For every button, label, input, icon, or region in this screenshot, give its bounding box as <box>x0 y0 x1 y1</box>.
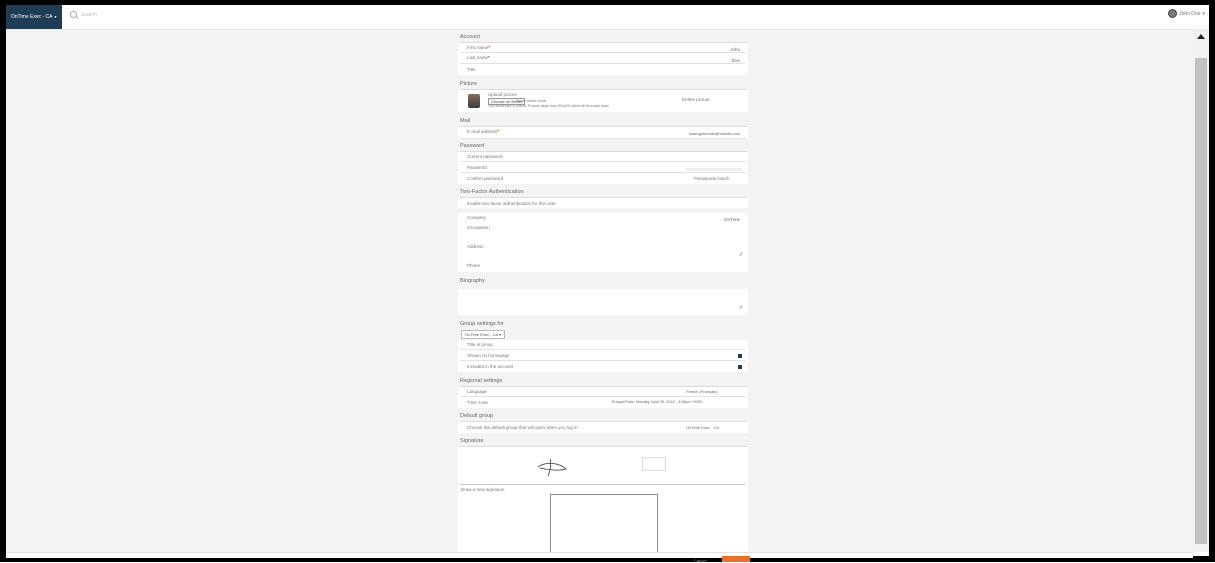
chevron-down-icon: ▾ <box>54 14 57 19</box>
search-bar[interactable]: Search <box>70 11 97 18</box>
confirm-password-field[interactable]: Confirm password <box>467 176 503 181</box>
divider <box>460 396 746 397</box>
required-icon: • <box>488 55 491 61</box>
divider <box>460 52 746 53</box>
profile-info-panel: Company OnTime Occupation Address ⁄⁄ Pho… <box>458 213 748 272</box>
group-select-value: OnTime Exec - CA <box>465 332 498 337</box>
upload-picture-label: Upload picture <box>488 92 518 97</box>
section-title-mail: Mail <box>460 118 471 124</box>
occupation-field[interactable]: Occupation <box>467 225 490 230</box>
regional-panel: Language French (Français) Time zone Eur… <box>458 387 748 408</box>
default-group-label: Choose the default group that will open … <box>467 425 578 430</box>
current-password-field[interactable]: Current password <box>467 154 503 159</box>
shown-on-homepage-checkbox[interactable] <box>738 354 742 358</box>
cancel-button[interactable]: Cancel <box>694 558 706 563</box>
divider <box>460 161 746 162</box>
timezone-select[interactable]: Europe/Paris: Monday, April 30, 2018 - 3… <box>612 400 702 404</box>
scrollbar-thumb[interactable] <box>1195 58 1207 544</box>
main-content: Account First name• John Last name• Doe … <box>6 30 1193 552</box>
timezone-label: Time zone <box>467 400 488 405</box>
required-icon: • <box>497 129 500 135</box>
form-footer <box>6 552 1193 558</box>
default-group-panel: Choose the default group that will open … <box>458 422 748 433</box>
email-label: E-mail address• <box>467 129 499 135</box>
company-field[interactable]: OnTime <box>724 217 740 222</box>
search-placeholder: Search <box>81 11 97 18</box>
picture-panel: Upload picture Choose un fichier Aucun f… <box>458 90 748 112</box>
chevron-down-icon: ▾ <box>1202 10 1205 17</box>
last-name-label-text: Last name <box>467 55 489 60</box>
company-switcher[interactable]: OnTime Exec - CA ▾ <box>6 5 62 29</box>
divider <box>460 484 746 485</box>
search-icon <box>70 11 77 18</box>
first-name-label: First name• <box>467 45 490 51</box>
language-label: Language <box>467 389 488 394</box>
password-strength-bar <box>686 168 742 171</box>
company-name: OnTime Exec - CA <box>11 14 53 20</box>
included-checkbox[interactable] <box>738 365 742 369</box>
divider <box>460 360 746 361</box>
section-title-default-group: Default group <box>460 413 494 419</box>
section-title-account: Account <box>460 34 480 40</box>
biography-textarea[interactable]: ⁄⁄ <box>458 289 748 315</box>
section-title-signature: Signature <box>460 438 484 444</box>
delete-picture-checkbox[interactable]: Delete picture <box>682 97 710 102</box>
two-factor-toggle[interactable]: Enable two factor authentication for thi… <box>467 201 556 206</box>
section-title-biography: Biography <box>460 278 485 284</box>
last-name-label: Last name• <box>467 55 490 61</box>
user-menu[interactable]: John Doe ▾ <box>1168 9 1205 18</box>
signature-preview-box <box>642 457 666 471</box>
scroll-up-arrow-icon[interactable] <box>1197 34 1205 39</box>
resize-handle-icon[interactable]: ⁄⁄ <box>740 252 742 258</box>
section-title-picture: Picture <box>460 81 478 87</box>
password-field[interactable]: Password <box>467 165 487 170</box>
section-title-regional: Regional settings <box>460 378 503 384</box>
section-title-two-factor: Two-Factor Authentication <box>460 189 524 195</box>
picture-hint: Your actual face or picture. Pictures la… <box>488 104 609 108</box>
title-in-group-field[interactable]: Title in group <box>467 342 493 347</box>
avatar <box>1168 9 1178 18</box>
company-label: Company <box>467 215 487 220</box>
group-select[interactable]: OnTime Exec - CA ▾ <box>461 330 506 339</box>
mail-panel: E-mail address• kwengohnmar@hotmail.com <box>458 127 748 139</box>
default-group-select[interactable]: OnTime Exec - CA <box>686 425 719 430</box>
section-title-group-settings: Group settings for <box>460 321 504 327</box>
signature-drawing <box>537 458 567 477</box>
email-field[interactable]: kwengohnmar@hotmail.com <box>689 131 740 136</box>
required-icon: • <box>488 45 491 51</box>
save-button[interactable] <box>722 556 750 562</box>
language-select[interactable]: French (Français) <box>686 389 718 394</box>
two-factor-panel: Enable two factor authentication for thi… <box>458 198 748 208</box>
draw-signature-label: Draw a new signature <box>461 487 505 492</box>
first-name-label-text: First name <box>467 45 489 50</box>
phone-field[interactable]: Phone <box>467 263 480 268</box>
divider <box>460 63 746 64</box>
scrollbar[interactable] <box>1193 30 1209 552</box>
title-field[interactable]: Title <box>467 67 475 72</box>
profile-photo <box>468 94 480 108</box>
resize-handle-icon[interactable]: ⁄⁄ <box>740 305 742 311</box>
group-settings-panel: Title in group Shown on homepage Include… <box>458 340 748 372</box>
top-bar: OnTime Exec - CA ▾ Search John Doe ▾ <box>6 5 1209 30</box>
signature-panel: Draw a new signature <box>458 447 748 552</box>
section-title-password: Password <box>460 143 485 149</box>
password-panel: Current password Password Confirm passwo… <box>458 152 748 184</box>
address-label: Address <box>467 244 484 249</box>
signature-canvas[interactable] <box>550 494 658 552</box>
password-match-text: Passwords match <box>694 176 730 181</box>
divider <box>460 349 746 350</box>
account-panel: First name• John Last name• Doe Title <box>458 43 748 75</box>
email-label-text: E-mail address <box>467 129 498 134</box>
shown-on-homepage-label: Shown on homepage <box>467 353 510 358</box>
user-name: John Doe <box>1179 10 1201 17</box>
divider <box>460 138 746 139</box>
divider <box>460 172 746 173</box>
included-label: Included in the account <box>467 364 514 369</box>
no-file-text: Aucun fichier choisi <box>516 99 547 103</box>
